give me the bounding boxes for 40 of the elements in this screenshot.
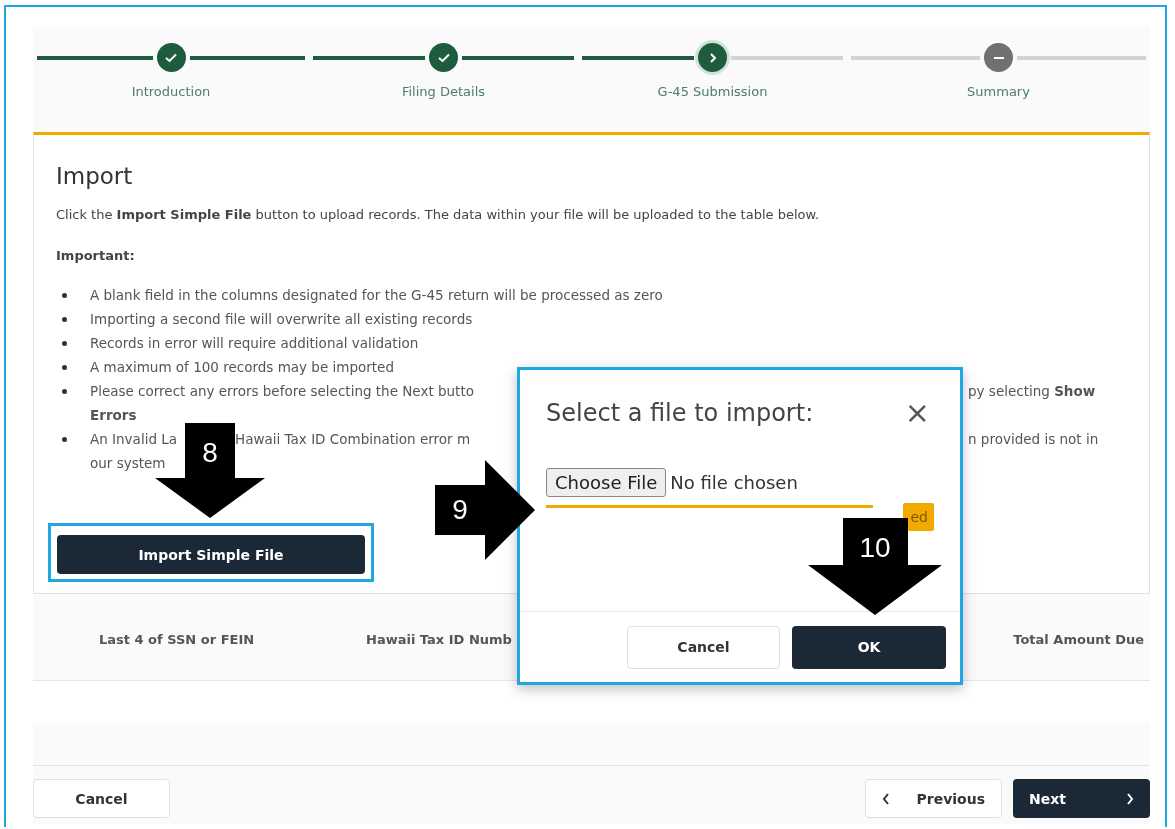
choose-file-button[interactable]: Choose File: [546, 468, 667, 497]
bullet-icon: [62, 292, 67, 298]
note-text: Errors: [90, 407, 137, 423]
note-text: An Invalid La: [90, 431, 178, 447]
step-label[interactable]: Filing Details: [401, 84, 486, 99]
annotation-arrow: 9: [435, 460, 535, 560]
note-text: py selecting Show: [968, 383, 1096, 399]
file-status-text: No file chosen: [670, 472, 798, 493]
import-button[interactable]: Import Simple File: [57, 535, 365, 574]
previous-button[interactable]: Previous: [865, 779, 1002, 818]
chevron-left-icon: [882, 792, 890, 805]
column-header: Last 4 of SSN or FEIN: [99, 632, 255, 647]
next-button[interactable]: Next: [1013, 779, 1150, 818]
cancel-button[interactable]: Cancel: [33, 779, 170, 818]
intro-text: Click the Import Simple File button to upload records. The data within your file will be uploaded to the table below.: [56, 207, 820, 222]
note-text: Records in error will require additional validation: [90, 335, 419, 351]
note-text: n provided is not in: [968, 431, 1099, 447]
note-text: A blank field in the columns designated for the G-45 return will be processed as zero: [90, 287, 663, 303]
bullet-icon: [62, 388, 67, 394]
chevron-right-icon: [1126, 792, 1134, 805]
bullet-icon: [62, 436, 67, 442]
column-header: Total Amount Due: [1013, 632, 1144, 647]
bullet-icon: [62, 364, 67, 370]
note-text: Importing a second file will overwrite all existing records: [90, 311, 473, 327]
bullet-icon: [62, 316, 67, 322]
bullet-icon: [62, 340, 67, 346]
important-label: Important:: [56, 248, 135, 263]
ok-button[interactable]: OK: [792, 625, 946, 669]
step-label[interactable]: Summary: [967, 84, 1030, 99]
section-title: Import: [56, 163, 133, 189]
note-text: Please correct any errors before selecting the Next butto: [90, 383, 474, 399]
note-text: our system: [90, 455, 166, 471]
column-header: Hawaii Tax ID Numb: [366, 632, 512, 647]
note-text: A maximum of 100 records may be imported: [90, 359, 394, 375]
close-button[interactable]: ×: [900, 398, 934, 428]
dialog-title: Select a file to import:: [546, 399, 814, 427]
step-label[interactable]: G-45 Submission: [657, 84, 768, 99]
step-label[interactable]: Introduction: [131, 84, 211, 99]
cancel-button[interactable]: Cancel: [627, 625, 780, 669]
note-text: Hawaii Tax ID Combination error m: [235, 431, 471, 447]
